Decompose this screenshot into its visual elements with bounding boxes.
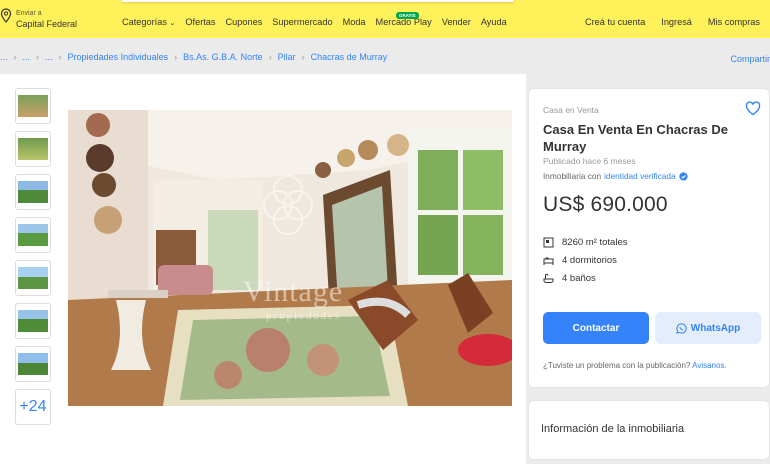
thumbnail[interactable]	[15, 303, 51, 339]
attribute-text: 4 dormitorios	[562, 255, 617, 266]
thumbnail[interactable]	[15, 174, 51, 210]
attribute-text: 4 baños	[562, 273, 596, 284]
thumbnail[interactable]	[15, 131, 51, 167]
attribute-bathrooms: 4 baños	[543, 273, 627, 284]
verified-identity-link[interactable]: identidad verificada	[604, 171, 676, 181]
main-photo[interactable]: Vintage propiedades	[68, 110, 512, 406]
breadcrumb-item[interactable]: Propiedades Individuales	[68, 52, 169, 62]
agency-prefix: Inmobiliaria con	[543, 171, 602, 181]
breadcrumb-item[interactable]: Bs.As. G.B.A. Norte	[183, 52, 263, 62]
location-selector[interactable]: Enviar a Capital Federal	[0, 6, 77, 29]
nav-cupones[interactable]: Cupones	[226, 17, 263, 27]
area-icon	[543, 237, 554, 248]
thumbnail[interactable]	[15, 346, 51, 382]
breadcrumb-separator: ›	[36, 52, 40, 62]
thumbnail[interactable]	[15, 260, 51, 296]
breadcrumb-separator: ›	[301, 52, 305, 62]
price: US$ 690.000	[543, 193, 668, 216]
breadcrumb-item[interactable]: Pilar	[278, 52, 296, 62]
favorite-button[interactable]	[745, 101, 761, 121]
nav-supermercado[interactable]: Supermercado	[272, 17, 332, 27]
breadcrumb-separator: ›	[174, 52, 178, 62]
watermark-text: Vintage	[243, 275, 344, 308]
breadcrumb-separator: ›	[268, 52, 272, 62]
report-link[interactable]: Avisanos.	[692, 361, 727, 370]
login-link[interactable]: Ingresá	[661, 17, 692, 27]
breadcrumb-separator: ›	[58, 52, 62, 62]
breadcrumb-item[interactable]: ...	[23, 52, 31, 62]
my-purchases-link[interactable]: Mis compras	[708, 17, 760, 27]
breadcrumb-item[interactable]: Chacras de Murray	[311, 52, 388, 62]
main-nav: Categorías ⌄ Ofertas Cupones Supermercad…	[122, 17, 507, 27]
chevron-down-icon: ⌄	[169, 20, 176, 27]
condition-label: Casa en Venta	[543, 105, 599, 115]
create-account-link[interactable]: Creá tu cuenta	[585, 17, 645, 27]
top-header: Enviar a Capital Federal Categorías ⌄ Of…	[0, 0, 770, 38]
agency-card: Información de la inmobiliaria	[528, 400, 770, 460]
attribute-bedrooms: 4 dormitorios	[543, 255, 627, 266]
nav-vender[interactable]: Vender	[442, 17, 471, 27]
thumbnail[interactable]	[15, 88, 51, 124]
report-text: ¿Tuviste un problema con la publicación?	[543, 361, 691, 370]
listing-title: Casa En Venta En Chacras De Murray	[543, 122, 728, 154]
listing-card: Casa en Venta Casa En Venta En Chacras D…	[528, 88, 770, 388]
nav-label: Categorías	[122, 17, 167, 27]
breadcrumb-item[interactable]: ...	[45, 52, 53, 62]
breadcrumb: ... › ... › ... › Propiedades Individuales ›…	[0, 52, 387, 62]
share-link[interactable]: Compartir	[730, 54, 770, 64]
nav-ofertas[interactable]: Ofertas	[185, 17, 215, 27]
report-problem: ¿Tuviste un problema con la publicación?…	[543, 361, 727, 370]
contact-button[interactable]: Contactar	[543, 312, 649, 344]
whatsapp-label: WhatsApp	[690, 322, 741, 334]
attribute-list: 8260 m² totales 4 dormitorios 4 baños	[543, 237, 627, 284]
nav-ayuda[interactable]: Ayuda	[481, 17, 507, 27]
more-photos-button[interactable]: +24	[15, 389, 51, 425]
living-room-image	[68, 110, 512, 406]
location-value: Capital Federal	[16, 19, 78, 29]
bath-icon	[543, 273, 554, 283]
location-label: Enviar a	[16, 10, 42, 17]
agency-card-title: Información de la inmobiliaria	[541, 423, 685, 435]
nav-categorias[interactable]: Categorías ⌄	[122, 17, 175, 27]
verified-check-icon	[678, 171, 688, 181]
watermark-subtext: propiedades	[266, 310, 342, 322]
whatsapp-button[interactable]: WhatsApp	[655, 312, 761, 344]
bed-icon	[543, 257, 554, 265]
published-date: Publicado hace 6 meses	[543, 156, 636, 166]
attribute-text: 8260 m² totales	[562, 237, 628, 248]
location-pin-icon	[0, 8, 12, 23]
account-nav: Creá tu cuenta Ingresá Mis compras	[585, 17, 760, 27]
thumbnail[interactable]	[15, 217, 51, 253]
nav-moda[interactable]: Moda	[343, 17, 366, 27]
breadcrumb-separator: ›	[13, 52, 17, 62]
heart-icon	[745, 101, 761, 116]
thumbnail-list: +24	[15, 88, 51, 425]
free-badge: GRATIS	[396, 12, 419, 19]
whatsapp-icon	[675, 322, 687, 334]
attribute-area: 8260 m² totales	[543, 237, 627, 248]
search-input[interactable]	[122, 0, 514, 2]
breadcrumb-item[interactable]: ...	[0, 52, 8, 62]
agency-verification: Inmobiliaria con identidad verificada	[543, 171, 688, 181]
